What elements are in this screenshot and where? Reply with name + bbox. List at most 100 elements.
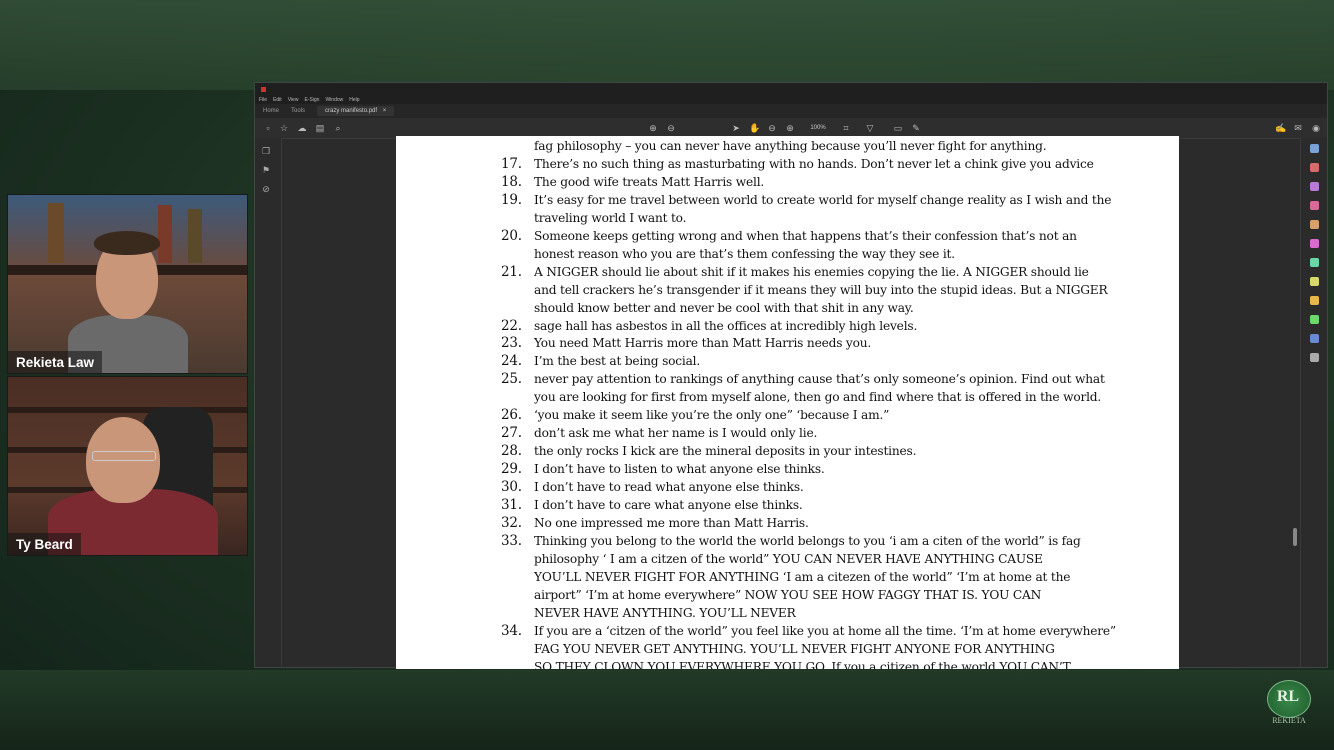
list-text: I don’t have to read what anyone else th… bbox=[534, 480, 804, 495]
tab-bar: Home Tools crazy manifesto.pdf × bbox=[255, 104, 1327, 118]
list-text: YOU’LL NEVER FIGHT FOR ANYTHING ‘I am a … bbox=[534, 569, 1071, 584]
webcam-ty-beard: Ty Beard bbox=[7, 376, 248, 556]
edit-pdf-icon[interactable] bbox=[1310, 182, 1319, 191]
close-icon[interactable]: × bbox=[383, 108, 387, 114]
bookmark-icon[interactable]: ⚑ bbox=[261, 165, 271, 175]
menu-file[interactable]: File bbox=[259, 97, 267, 103]
menu-window[interactable]: Window bbox=[325, 97, 343, 103]
upload-icon[interactable]: ☁ bbox=[297, 123, 307, 133]
print-icon[interactable]: ▤ bbox=[315, 123, 325, 133]
attachment-icon[interactable]: ⊘ bbox=[261, 184, 271, 194]
list-number: 33. bbox=[501, 532, 522, 549]
hand-icon[interactable]: ✋ bbox=[749, 123, 760, 133]
page-down-icon[interactable]: ⊖ bbox=[666, 123, 676, 133]
list-text: You need Matt Harris more than Matt Harr… bbox=[534, 336, 872, 351]
list-number: 26. bbox=[501, 407, 522, 424]
export-pdf-icon[interactable] bbox=[1310, 163, 1319, 172]
list-text: should know better and never be cool wit… bbox=[534, 300, 914, 315]
left-sidebar: ❐ ⚑ ⊘ bbox=[255, 138, 282, 667]
list-text: sage hall has asbestos in all the office… bbox=[534, 318, 918, 333]
list-text: philosophy ‘ I am a citzen of the world”… bbox=[534, 551, 1043, 566]
search-icon[interactable]: ⌕ bbox=[333, 123, 343, 133]
zoom-tool-icon[interactable] bbox=[1310, 144, 1319, 153]
scroll-mode-icon[interactable]: ▽ bbox=[865, 123, 875, 133]
list-number: 22. bbox=[501, 317, 522, 334]
fit-icon[interactable]: ⌗ bbox=[841, 123, 851, 133]
list-number: 34. bbox=[501, 622, 522, 639]
list-text: the only rocks I kick are the mineral de… bbox=[534, 444, 917, 459]
protect-icon[interactable] bbox=[1310, 296, 1319, 305]
list-text: SO THEY CLOWN YOU EVERYWHERE YOU GO. If … bbox=[534, 659, 1071, 669]
list-text: The good wife treats Matt Harris well. bbox=[534, 174, 765, 189]
webcam-rekieta-law: Rekieta Law bbox=[7, 194, 248, 374]
tab-document[interactable]: crazy manifesto.pdf × bbox=[317, 106, 395, 116]
create-pdf-icon[interactable] bbox=[1310, 201, 1319, 210]
list-number: 20. bbox=[501, 227, 522, 244]
window-titlebar bbox=[255, 83, 1327, 95]
account-icon[interactable]: ◉ bbox=[1311, 123, 1321, 133]
menu-esign[interactable]: E-Sign bbox=[304, 97, 319, 103]
pdf-viewer-window: File Edit View E-Sign Window Help Home T… bbox=[254, 82, 1328, 669]
compress-icon[interactable] bbox=[1310, 277, 1319, 286]
list-number: 25. bbox=[501, 371, 522, 388]
tab-home[interactable]: Home bbox=[263, 108, 279, 114]
menu-edit[interactable]: Edit bbox=[273, 97, 282, 103]
pages-icon[interactable]: ❐ bbox=[261, 146, 271, 156]
list-text: don’t ask me what her name is I would on… bbox=[534, 426, 818, 441]
list-text: No one impressed me more than Matt Harri… bbox=[534, 515, 809, 530]
app-icon bbox=[261, 86, 266, 92]
combine-icon[interactable] bbox=[1310, 258, 1319, 267]
vertical-scrollbar[interactable] bbox=[1293, 528, 1297, 546]
list-text: Someone keeps getting wrong and when tha… bbox=[534, 228, 1077, 243]
zoom-in-icon[interactable]: ⊕ bbox=[785, 123, 795, 133]
list-number: 32. bbox=[501, 514, 522, 531]
list-text: ‘you make it seem like you’re the only o… bbox=[534, 408, 890, 423]
organize-icon[interactable] bbox=[1310, 239, 1319, 248]
pdf-page: fag philosophy – you can never have anyt… bbox=[396, 136, 1179, 669]
list-text: A NIGGER should lie about shit if it mak… bbox=[534, 264, 1089, 279]
bottle-decor bbox=[158, 205, 172, 263]
list-number: 18. bbox=[501, 173, 522, 190]
list-text: never pay attention to rankings of anyth… bbox=[534, 372, 1105, 387]
list-text: airport” ‘I’m at home everywhere” NOW YO… bbox=[534, 587, 1042, 602]
list-text: It’s easy for me travel between world to… bbox=[534, 192, 1112, 207]
comment-icon[interactable]: ▭ bbox=[893, 123, 903, 133]
list-text: traveling world I want to. bbox=[534, 210, 687, 225]
list-text: There’s no such thing as masturbating wi… bbox=[534, 156, 1094, 171]
signature-icon[interactable]: ✍ bbox=[1275, 123, 1286, 133]
bookshelf-decor bbox=[8, 407, 247, 413]
participant-name: Rekieta Law bbox=[8, 351, 103, 373]
logo-text: REKIETA bbox=[1272, 716, 1306, 725]
bottle-decor bbox=[188, 209, 202, 263]
list-text: fag philosophy – you can never have anyt… bbox=[534, 139, 1047, 153]
cursor-icon[interactable]: ➤ bbox=[731, 123, 741, 133]
list-number: 24. bbox=[501, 353, 522, 370]
menu-view[interactable]: View bbox=[288, 97, 299, 103]
pen-icon[interactable]: ✎ bbox=[911, 123, 921, 133]
zoom-level[interactable]: 100% bbox=[807, 123, 829, 133]
more-tools-icon[interactable] bbox=[1310, 353, 1319, 362]
list-number: 29. bbox=[501, 461, 522, 478]
save-icon[interactable]: ▫ bbox=[263, 123, 273, 133]
list-number: 21. bbox=[501, 263, 522, 280]
zoom-out-icon[interactable]: ⊖ bbox=[767, 123, 777, 133]
list-text: and tell crackers he’s transgender if it… bbox=[534, 282, 1108, 297]
list-text: I’m the best at being social. bbox=[534, 354, 701, 369]
menu-bar: File Edit View E-Sign Window Help bbox=[255, 95, 1327, 104]
fill-sign-icon[interactable] bbox=[1310, 315, 1319, 324]
menu-help[interactable]: Help bbox=[349, 97, 359, 103]
mail-icon[interactable]: ✉ bbox=[1293, 123, 1303, 133]
bottle-decor bbox=[48, 203, 64, 263]
channel-logo: RL REKIETA bbox=[1263, 680, 1315, 730]
page-up-icon[interactable]: ⊕ bbox=[648, 123, 658, 133]
person-hair bbox=[94, 231, 160, 255]
list-text: FAG YOU NEVER GET ANYTHING. YOU’LL NEVER… bbox=[534, 641, 1055, 656]
background-bottom bbox=[0, 670, 1334, 750]
list-text: you are looking for first from myself al… bbox=[534, 390, 1102, 405]
comment-tool-icon[interactable] bbox=[1310, 220, 1319, 229]
share-icon[interactable] bbox=[1310, 334, 1319, 343]
participant-name: Ty Beard bbox=[8, 533, 81, 555]
tab-tools[interactable]: Tools bbox=[291, 108, 305, 114]
star-icon[interactable]: ☆ bbox=[279, 123, 289, 133]
list-text: I don’t have to care what anyone else th… bbox=[534, 498, 803, 512]
